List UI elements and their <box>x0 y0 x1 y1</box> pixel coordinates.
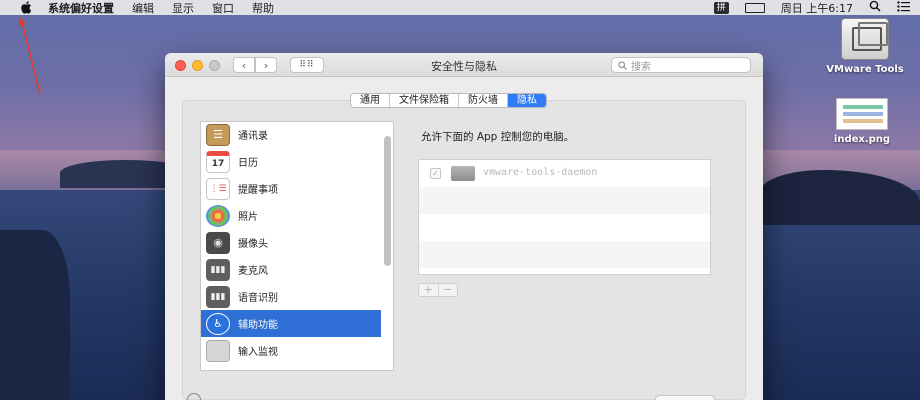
desktop-icon-index-png[interactable]: index.png <box>820 98 904 145</box>
accessibility-icon: ♿ <box>206 312 230 335</box>
lock-icon[interactable] <box>187 393 201 400</box>
apple-menu-icon[interactable] <box>18 0 34 15</box>
list-item-label: 通讯录 <box>238 131 268 142</box>
add-app-button[interactable]: + <box>419 284 439 296</box>
keyboard-icon <box>206 339 230 362</box>
menu-extras: 拼 周日 上午6:17 <box>713 0 910 16</box>
list-item-photos[interactable]: 照片 <box>201 202 381 229</box>
control-center-icon[interactable] <box>897 0 910 15</box>
contacts-icon: ☰ <box>206 123 230 146</box>
executable-icon <box>451 166 475 181</box>
microphone-icon: ▮▮▮ <box>206 258 230 281</box>
search-field[interactable]: 搜索 <box>611 57 751 73</box>
input-method-indicator[interactable]: 拼 <box>713 1 729 14</box>
list-item-label: 麦克风 <box>238 266 268 277</box>
list-item-accessibility[interactable]: ♿ 辅助功能 <box>201 310 381 337</box>
tab-filevault[interactable]: 文件保险箱 <box>390 94 459 107</box>
desktop-cliff <box>0 230 70 400</box>
window-titlebar[interactable]: ‹ › ⠿⠿ 安全性与隐私 搜索 <box>165 53 763 77</box>
table-row-empty <box>419 241 710 268</box>
list-item-reminders[interactable]: ⋮☰ 提醒事项 <box>201 175 381 202</box>
disk-image-icon <box>841 18 889 60</box>
advanced-button[interactable] <box>655 395 715 400</box>
menu-window[interactable]: 窗口 <box>212 0 234 16</box>
list-item-camera[interactable]: ◉ 摄像头 <box>201 229 381 256</box>
list-item-label: 提醒事项 <box>238 185 278 196</box>
menu-view[interactable]: 显示 <box>172 0 194 16</box>
airplay-display-icon[interactable] <box>744 2 765 13</box>
list-item-speech-recognition[interactable]: ▮▮▮ 语音识别 <box>201 283 381 310</box>
remove-app-button[interactable]: − <box>439 284 458 296</box>
menu-clock[interactable]: 周日 上午6:17 <box>781 0 853 16</box>
menu-edit[interactable]: 编辑 <box>132 0 154 16</box>
list-item-label: 日历 <box>238 158 258 169</box>
list-item-label: 照片 <box>238 212 258 223</box>
menu-bar: 系统偏好设置 编辑 显示 窗口 帮助 拼 周日 上午6:17 <box>0 0 920 15</box>
list-item-label: 语音识别 <box>238 293 278 304</box>
tab-privacy[interactable]: 隐私 <box>508 94 546 107</box>
app-name: vmware-tools-daemon <box>483 167 598 178</box>
table-row-empty <box>419 187 710 214</box>
list-item-calendar[interactable]: 17 日历 <box>201 148 381 175</box>
accessibility-description: 允许下面的 App 控制您的电脑。 <box>421 131 575 143</box>
security-privacy-window: ‹ › ⠿⠿ 安全性与隐私 搜索 通用 文件保险箱 防火墙 隐私 ☰ 通讯录 1… <box>165 53 763 400</box>
privacy-category-list[interactable]: ☰ 通讯录 17 日历 ⋮☰ 提醒事项 照片 ◉ 摄像头 ▮▮▮ 麦克风 ▮▮▮… <box>200 121 394 371</box>
list-item-label: 输入监视 <box>238 347 278 358</box>
allowed-apps-table[interactable]: ✓ vmware-tools-daemon <box>418 159 711 275</box>
tab-bar: 通用 文件保险箱 防火墙 隐私 <box>350 93 547 108</box>
reminders-icon: ⋮☰ <box>206 177 230 200</box>
tab-general[interactable]: 通用 <box>351 94 390 107</box>
photos-icon <box>206 204 230 227</box>
menu-app-name[interactable]: 系统偏好设置 <box>48 0 114 16</box>
list-item-input-monitoring[interactable]: 输入监视 <box>201 337 381 364</box>
add-remove-control: + − <box>418 283 458 297</box>
table-row-empty <box>419 214 710 241</box>
image-file-icon <box>836 98 888 130</box>
calendar-icon: 17 <box>206 150 230 173</box>
search-icon <box>618 60 627 70</box>
search-placeholder: 搜索 <box>631 61 651 73</box>
menu-help[interactable]: 帮助 <box>252 0 274 16</box>
camera-icon: ◉ <box>206 231 230 254</box>
list-item-label: 摄像头 <box>238 239 268 250</box>
desktop-icon-label: VMware Tools <box>826 64 904 75</box>
speech-recognition-icon: ▮▮▮ <box>206 285 230 308</box>
app-enable-checkbox[interactable]: ✓ <box>430 168 441 179</box>
list-item-label: 辅助功能 <box>238 320 278 331</box>
list-scrollbar[interactable] <box>384 136 391 266</box>
spotlight-search-icon[interactable] <box>869 0 881 15</box>
tab-firewall[interactable]: 防火墙 <box>459 94 508 107</box>
list-item-contacts[interactable]: ☰ 通讯录 <box>201 122 381 148</box>
annotation-arrow <box>19 16 41 95</box>
desktop-icon-label: index.png <box>833 134 891 145</box>
table-row[interactable]: ✓ vmware-tools-daemon <box>419 160 710 187</box>
desktop-icon-vmware-tools[interactable]: VMware Tools <box>820 18 910 75</box>
list-item-microphone[interactable]: ▮▮▮ 麦克风 <box>201 256 381 283</box>
